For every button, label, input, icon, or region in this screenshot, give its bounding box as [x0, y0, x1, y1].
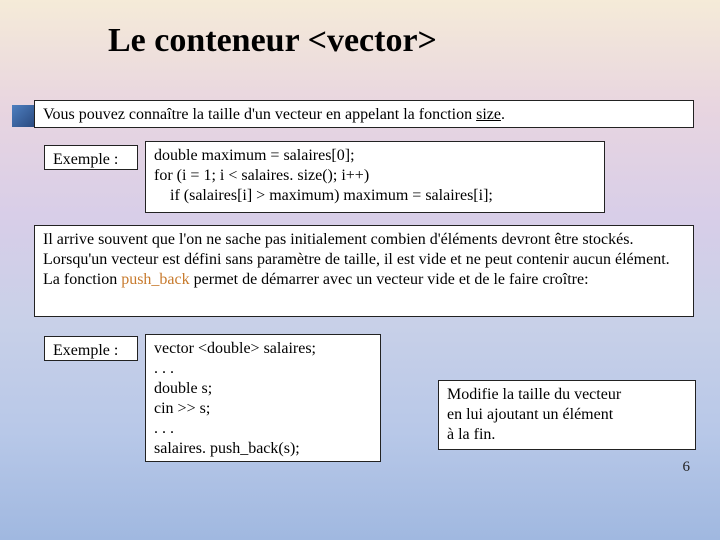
example-label-1: Exemple : — [44, 145, 138, 170]
example-label-2: Exemple : — [44, 336, 138, 361]
code-line: . . . — [154, 359, 372, 379]
note-line: en lui ajoutant un élément — [447, 405, 687, 425]
code-line: double s; — [154, 379, 372, 399]
keyword-size: size — [476, 106, 501, 123]
note-line: à la fin. — [447, 425, 687, 445]
slide-title: Le conteneur <vector> — [108, 22, 437, 60]
pushback-post: permet de démarrer avec un vecteur vide … — [190, 271, 589, 288]
intro-post: . — [501, 106, 505, 123]
code-line: . . . — [154, 419, 372, 439]
code-block-1: double maximum = salaires[0]; for (i = 1… — [145, 141, 605, 213]
intro-size-box: Vous pouvez connaître la taille d'un vec… — [34, 100, 694, 128]
keyword-pushback: push_back — [121, 271, 189, 288]
code-line: if (salaires[i] > maximum) maximum = sal… — [154, 186, 596, 206]
bullet-square-icon — [12, 105, 34, 127]
code-line: cin >> s; — [154, 399, 372, 419]
note-line: Modifie la taille du vecteur — [447, 385, 687, 405]
code-block-2: vector <double> salaires; . . . double s… — [145, 334, 381, 462]
code-line: vector <double> salaires; — [154, 339, 372, 359]
pushback-intro-box: Il arrive souvent que l'on ne sache pas … — [34, 225, 694, 317]
intro-text: Vous pouvez connaître la taille d'un vec… — [43, 106, 476, 123]
code-line: double maximum = salaires[0]; — [154, 146, 596, 166]
code-line: for (i = 1; i < salaires. size(); i++) — [154, 166, 596, 186]
code-line: salaires. push_back(s); — [154, 439, 372, 459]
page-number: 6 — [683, 459, 691, 476]
note-box: Modifie la taille du vecteur en lui ajou… — [438, 380, 696, 450]
